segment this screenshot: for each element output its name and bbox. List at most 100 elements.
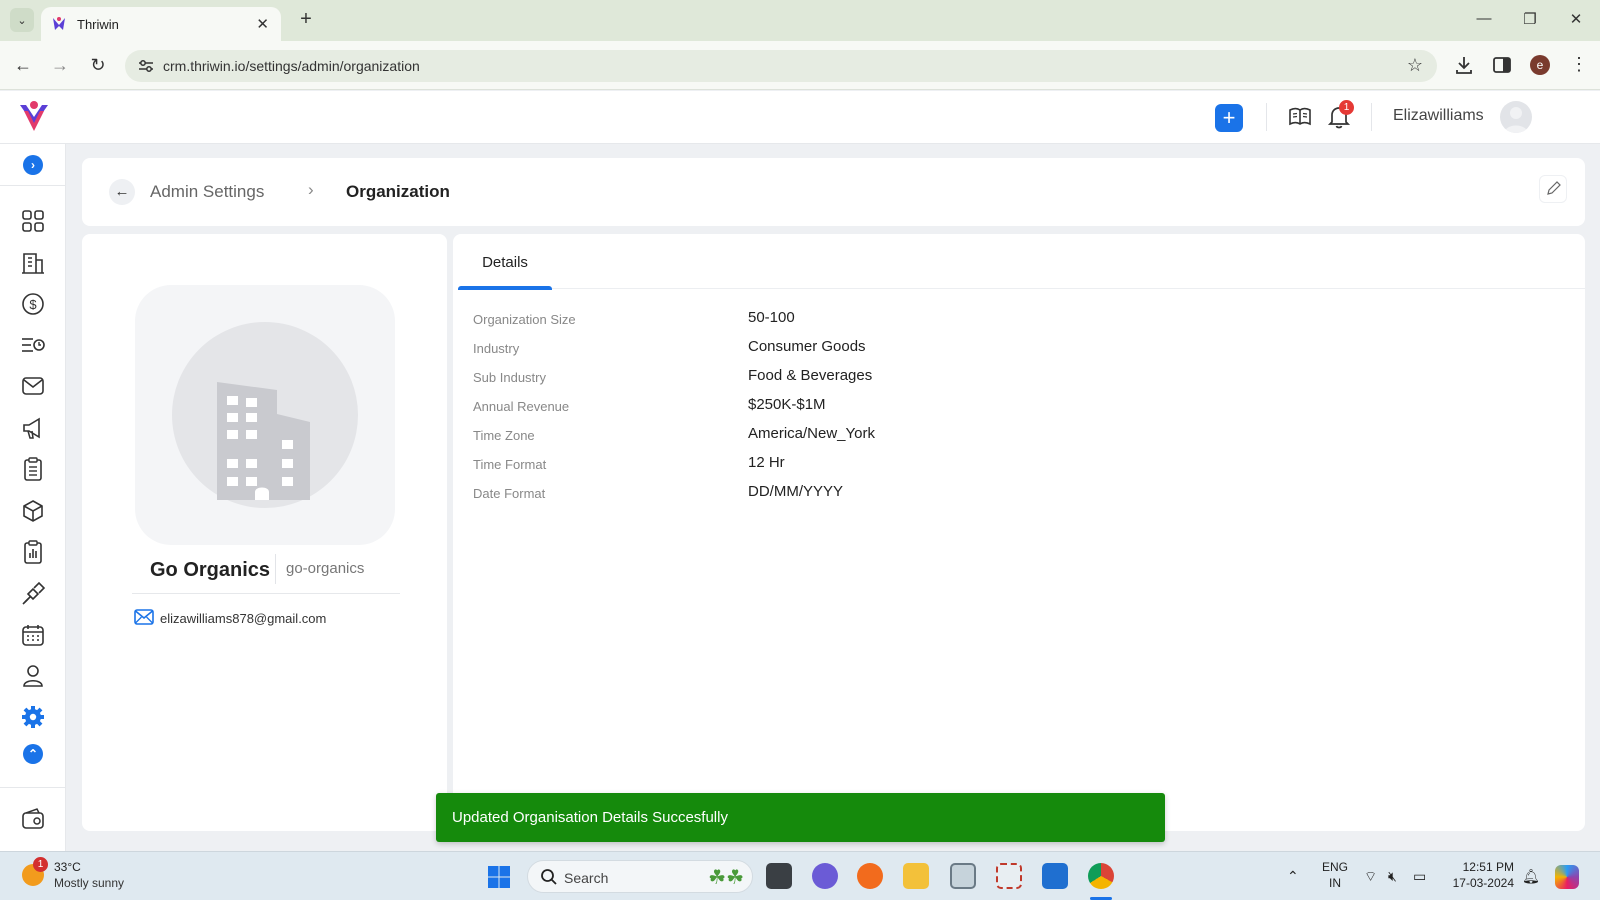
clock-time[interactable]: 12:51 PM bbox=[1446, 860, 1514, 874]
weather-badge: 1 bbox=[33, 857, 48, 872]
browser-tab[interactable]: Thriwin ✕ bbox=[41, 7, 281, 41]
toast-message: Updated Organisation Details Succesfully bbox=[452, 809, 728, 826]
sidebar: › $ ⌃ bbox=[0, 144, 66, 851]
companies-building-icon[interactable] bbox=[20, 250, 46, 276]
teams-chat-icon[interactable] bbox=[812, 863, 838, 889]
tab-search-icon[interactable]: ⌄ bbox=[10, 8, 34, 32]
dashboard-icon[interactable] bbox=[20, 208, 46, 234]
contacts-user-icon[interactable] bbox=[20, 663, 46, 689]
new-tab-icon[interactable]: + bbox=[295, 8, 317, 30]
detail-value: Food & Beverages bbox=[748, 367, 873, 384]
detail-value: 50-100 bbox=[748, 309, 795, 326]
firefox-icon[interactable] bbox=[857, 863, 883, 889]
snipping-tool-icon[interactable] bbox=[996, 863, 1022, 889]
activity-list-clock-icon[interactable] bbox=[20, 332, 46, 358]
tab-details-label: Details bbox=[482, 254, 528, 271]
detail-label: Annual Revenue bbox=[473, 399, 570, 414]
tray-overflow-chevron-icon[interactable]: ⌃ bbox=[1287, 868, 1299, 885]
building-icon bbox=[217, 382, 310, 500]
quick-add-button[interactable]: + bbox=[1215, 104, 1243, 132]
copilot-icon[interactable] bbox=[1555, 865, 1579, 889]
wallet-icon[interactable] bbox=[20, 806, 46, 832]
clover-icon: ☘☘ bbox=[708, 867, 744, 889]
reload-icon[interactable]: ↻ bbox=[86, 53, 110, 77]
file-explorer-icon[interactable] bbox=[903, 863, 929, 889]
detail-row-date-format: Date Format DD/MM/YYYY bbox=[473, 483, 1173, 505]
success-toast[interactable]: Updated Organisation Details Succesfully bbox=[436, 793, 1165, 842]
notification-badge: 1 bbox=[1339, 100, 1354, 115]
photos-icon[interactable] bbox=[950, 863, 976, 889]
chrome-icon[interactable] bbox=[1088, 863, 1114, 889]
campaign-megaphone-icon[interactable] bbox=[20, 415, 46, 441]
weather-temperature[interactable]: 33°C bbox=[54, 860, 81, 874]
detail-label: Organization Size bbox=[473, 312, 576, 327]
weather-description[interactable]: Mostly sunny bbox=[54, 876, 124, 890]
email-envelope-icon[interactable] bbox=[20, 373, 46, 399]
windows-start-icon[interactable] bbox=[487, 865, 511, 889]
volume-muted-icon[interactable]: 🔇︎ bbox=[1388, 868, 1397, 885]
language-indicator[interactable]: ENG bbox=[1320, 860, 1350, 874]
edit-button[interactable] bbox=[1539, 175, 1567, 203]
book-icon[interactable] bbox=[1288, 105, 1312, 129]
organization-logo[interactable] bbox=[135, 285, 395, 545]
integrations-puzzle-icon[interactable] bbox=[20, 581, 46, 607]
back-arrow-icon[interactable]: ← bbox=[11, 53, 35, 77]
vscode-icon[interactable] bbox=[1042, 863, 1068, 889]
restore-icon[interactable]: ❐ bbox=[1520, 10, 1540, 28]
search-icon bbox=[541, 869, 557, 885]
user-avatar[interactable] bbox=[1500, 101, 1532, 133]
organization-email[interactable]: elizawilliams878@gmail.com bbox=[160, 611, 326, 626]
minimize-icon[interactable]: — bbox=[1474, 10, 1494, 27]
organization-name: Go Organics bbox=[150, 559, 271, 581]
taskbar-search[interactable]: Search ☘☘ bbox=[527, 860, 753, 893]
download-icon[interactable] bbox=[1453, 54, 1475, 76]
browser-menu-icon[interactable]: ⋮ bbox=[1570, 54, 1588, 75]
reports-chart-icon[interactable] bbox=[20, 539, 46, 565]
detail-row-time-format: Time Format 12 Hr bbox=[473, 454, 1173, 476]
chevron-right-icon: › bbox=[308, 180, 314, 199]
organization-details-card: Details Organization Size 50-100 Industr… bbox=[453, 234, 1585, 831]
tab-close-icon[interactable]: ✕ bbox=[256, 15, 269, 33]
organization-profile-card: Go Organics go-organics elizawilliams878… bbox=[82, 234, 447, 831]
sidebar-expand-button[interactable]: › bbox=[23, 155, 43, 175]
header-divider bbox=[1266, 103, 1267, 131]
battery-icon[interactable]: ▭ bbox=[1413, 868, 1426, 885]
address-bar[interactable]: crm.thriwin.io/settings/admin/organizati… bbox=[125, 50, 1437, 82]
active-tab-indicator bbox=[458, 286, 552, 290]
region-indicator[interactable]: IN bbox=[1320, 876, 1350, 890]
side-panel-icon[interactable] bbox=[1491, 54, 1513, 76]
browser-profile-avatar[interactable]: e bbox=[1530, 55, 1550, 75]
detail-label: Date Format bbox=[473, 486, 546, 501]
back-arrow-button[interactable]: ← bbox=[109, 179, 135, 205]
organization-logo-placeholder bbox=[172, 322, 358, 508]
url-text: crm.thriwin.io/settings/admin/organizati… bbox=[163, 58, 420, 74]
page-title: Organization bbox=[346, 182, 450, 201]
tasks-clipboard-icon[interactable] bbox=[20, 456, 46, 482]
username-label[interactable]: Elizawilliams bbox=[1393, 107, 1484, 125]
notification-center-icon[interactable]: 🔔︎ bbox=[1522, 868, 1540, 885]
wifi-icon[interactable]: ⌔ bbox=[1364, 868, 1377, 886]
breadcrumb-admin-settings[interactable]: Admin Settings bbox=[150, 182, 264, 202]
products-box-icon[interactable] bbox=[20, 498, 46, 524]
site-settings-icon[interactable] bbox=[137, 57, 155, 75]
sidebar-scroll-up-button[interactable]: ⌃ bbox=[23, 744, 43, 764]
breadcrumb: ← Admin Settings › Organization bbox=[82, 158, 1585, 226]
divider bbox=[132, 593, 400, 594]
detail-label: Time Zone bbox=[473, 428, 535, 443]
settings-gear-icon[interactable] bbox=[20, 704, 46, 730]
thriwin-logo[interactable] bbox=[18, 99, 50, 133]
detail-value: America/New_York bbox=[748, 425, 875, 442]
tab-details[interactable]: Details bbox=[458, 234, 552, 290]
browser-tabbar: ⌄ Thriwin ✕ + — ❐ ✕ bbox=[0, 0, 1600, 41]
os-taskbar: 1 33°C Mostly sunny Search ☘☘ ⌃ ENG IN ⌔… bbox=[0, 851, 1600, 900]
sidebar-divider bbox=[0, 185, 66, 186]
detail-row-industry: Industry Consumer Goods bbox=[473, 338, 1173, 360]
forward-arrow-icon[interactable]: → bbox=[48, 53, 72, 77]
clock-date[interactable]: 17-03-2024 bbox=[1446, 876, 1514, 890]
window-close-icon[interactable]: ✕ bbox=[1566, 10, 1586, 28]
detail-row-organization-size: Organization Size 50-100 bbox=[473, 309, 1173, 331]
calendar-icon[interactable] bbox=[20, 622, 46, 648]
deals-dollar-icon[interactable]: $ bbox=[20, 291, 46, 317]
bookmark-star-icon[interactable]: ☆ bbox=[1407, 55, 1423, 76]
task-view-icon[interactable] bbox=[766, 863, 792, 889]
